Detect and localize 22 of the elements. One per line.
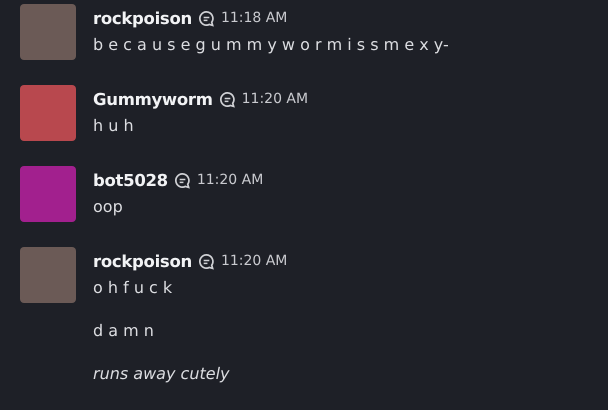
timestamp: 11:20 AM — [242, 91, 308, 107]
message-text: b e c a u s e g u m m y w o r m i s s m e x y- — [93, 34, 450, 56]
message-text: o h f u c k — [93, 277, 174, 299]
username[interactable]: bot5028 — [93, 170, 168, 190]
avatar[interactable] — [20, 4, 76, 60]
message-text: oop — [93, 196, 124, 218]
message-text: runs away cutely — [93, 363, 230, 385]
thread-icon — [198, 10, 215, 26]
message-text: d a m n — [93, 320, 155, 342]
thread-icon — [174, 172, 191, 188]
thread-icon — [198, 252, 215, 270]
username[interactable]: rockpoison — [93, 252, 192, 270]
timestamp: 11:18 AM — [220, 10, 288, 26]
username[interactable]: rockpoison — [93, 8, 192, 28]
thread-icon — [218, 90, 236, 108]
avatar[interactable] — [20, 85, 76, 141]
avatar[interactable] — [20, 247, 76, 303]
timestamp: 11:20 AM — [220, 253, 288, 269]
avatar[interactable] — [20, 166, 76, 222]
message-text: h u h — [93, 115, 135, 137]
username[interactable]: Gummyworm — [93, 90, 213, 108]
timestamp: 11:20 AM — [196, 172, 264, 188]
